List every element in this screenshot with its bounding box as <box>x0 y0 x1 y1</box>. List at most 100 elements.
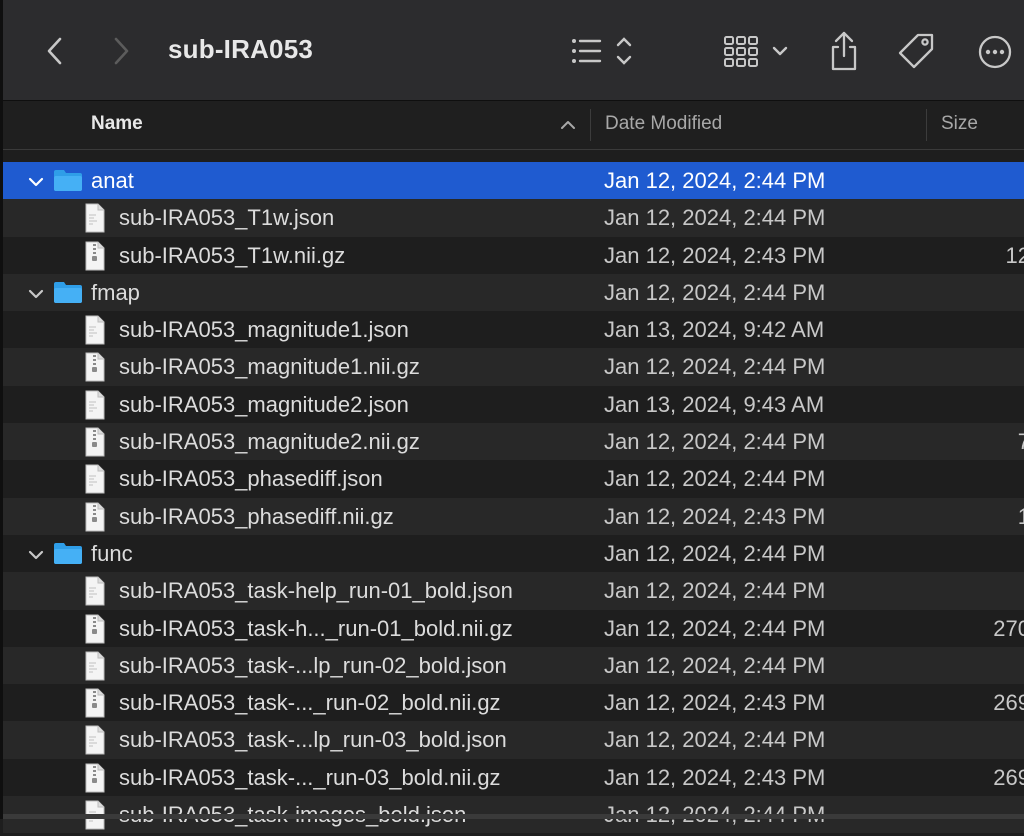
file-icon-wrap <box>83 203 107 239</box>
file-icon-wrap <box>83 576 107 612</box>
document-icon <box>85 651 105 681</box>
disclosure-toggle[interactable] <box>27 544 45 570</box>
file-row[interactable]: sub-IRA053_task-h..._run-01_bold.nii.gz J… <box>3 610 1024 647</box>
disclosure-toggle[interactable] <box>27 283 45 309</box>
row-name: anat <box>91 168 134 193</box>
chevron-left-icon <box>47 37 62 65</box>
archive-icon <box>85 427 105 457</box>
file-row[interactable]: sub-IRA053_phasediff.json Jan 12, 2024, 2… <box>3 460 1024 497</box>
row-name: sub-IRA053_magnitude1.nii.gz <box>119 354 420 380</box>
row-name: sub-IRA053_task-..._run-02_bold.nii.gz <box>119 690 501 716</box>
row-date: Jan 12, 2024, 2:44 PM <box>604 652 826 678</box>
folder-row[interactable]: anat Jan 12, 2024, 2:44 PM <box>3 162 1024 200</box>
row-name: func <box>91 540 133 566</box>
sort-ascending-icon[interactable] <box>559 117 577 131</box>
folder-icon-wrap <box>53 541 83 571</box>
document-icon <box>85 725 105 755</box>
row-name: sub-IRA053_task-help_run-01_bold.json <box>119 578 513 604</box>
window-edge <box>0 0 3 819</box>
sort-group-button[interactable] <box>566 30 640 74</box>
row-size: 270 <box>993 615 1024 641</box>
document-icon <box>85 464 105 494</box>
forward-button[interactable] <box>104 34 138 68</box>
disclosure-toggle[interactable] <box>27 171 45 197</box>
row-date: Jan 12, 2024, 2:44 PM <box>604 578 826 604</box>
disclosure-chevron-icon <box>28 177 44 187</box>
row-date: Jan 12, 2024, 2:44 PM <box>604 540 826 566</box>
folder-row[interactable]: func Jan 12, 2024, 2:44 PM <box>3 535 1024 572</box>
row-name: sub-IRA053_task-..._run-03_bold.nii.gz <box>119 764 501 790</box>
row-size: 12 <box>1005 242 1024 268</box>
file-row[interactable]: sub-IRA053_magnitude1.nii.gz Jan 12, 2024… <box>3 348 1024 388</box>
file-icon-wrap <box>83 352 107 388</box>
row-date: Jan 12, 2024, 2:44 PM <box>604 168 826 193</box>
row-size: 269 <box>993 764 1024 790</box>
file-icon-wrap <box>83 241 107 277</box>
folder-row[interactable]: fmap Jan 12, 2024, 2:44 PM <box>3 273 1024 312</box>
file-icon-wrap <box>83 427 107 463</box>
tag-button[interactable] <box>896 30 938 74</box>
row-date: Jan 12, 2024, 2:43 PM <box>604 690 826 716</box>
file-icon-wrap <box>83 614 107 650</box>
column-name-header[interactable]: Name <box>91 113 143 135</box>
row-date: Jan 12, 2024, 2:43 PM <box>604 242 826 268</box>
file-row[interactable]: sub-IRA053_magnitude2.nii.gz Jan 12, 2024… <box>3 423 1024 463</box>
folder-icon-wrap <box>53 280 83 310</box>
column-divider[interactable] <box>926 109 927 141</box>
archive-icon <box>85 614 105 644</box>
row-name: sub-IRA053_task-h..._run-01_bold.nii.gz <box>119 615 513 641</box>
file-row[interactable]: sub-IRA053_magnitude2.json Jan 13, 2024, … <box>3 386 1024 423</box>
share-button[interactable] <box>826 30 862 74</box>
file-row[interactable]: sub-IRA053_task-..._run-03_bold.nii.gz Ja… <box>3 759 1024 796</box>
row-name: sub-IRA053_magnitude2.nii.gz <box>119 429 420 455</box>
archive-icon <box>85 241 105 271</box>
column-date-header[interactable]: Date Modified <box>605 113 722 135</box>
document-icon <box>85 390 105 420</box>
file-row[interactable]: sub-IRA053_task-...lp_run-02_bold.json Ja… <box>3 646 1024 685</box>
list-sort-icon <box>572 37 632 65</box>
file-icon-wrap <box>83 688 107 724</box>
folder-icon <box>54 170 82 191</box>
row-name: fmap <box>91 279 140 305</box>
row-name: sub-IRA053_phasediff.nii.gz <box>119 503 394 529</box>
folder-icon-wrap <box>53 168 83 198</box>
row-date: Jan 12, 2024, 2:44 PM <box>604 205 826 231</box>
file-row[interactable]: sub-IRA053_magnitude1.json Jan 13, 2024, … <box>3 311 1024 348</box>
row-date: Jan 12, 2024, 2:43 PM <box>604 764 826 790</box>
grid-view-icon <box>724 36 788 67</box>
document-icon <box>85 203 105 233</box>
row-date: Jan 12, 2024, 2:44 PM <box>604 727 826 753</box>
row-date: Jan 12, 2024, 2:44 PM <box>604 466 826 492</box>
row-name: sub-IRA053_phasediff.json <box>119 466 383 492</box>
file-row[interactable]: sub-IRA053_task-..._run-02_bold.nii.gz Ja… <box>3 684 1024 721</box>
row-date: Jan 12, 2024, 2:44 PM <box>604 279 826 305</box>
archive-icon <box>85 502 105 532</box>
file-icon-wrap <box>83 464 107 500</box>
disclosure-chevron-icon <box>28 550 44 560</box>
row-name: sub-IRA053_T1w.json <box>119 205 335 231</box>
row-name: sub-IRA053_magnitude1.json <box>119 317 409 343</box>
file-row[interactable]: sub-IRA053_T1w.nii.gz Jan 12, 2024, 2:43 … <box>3 237 1024 274</box>
column-divider[interactable] <box>590 109 591 141</box>
row-name: sub-IRA053_task-...lp_run-03_bold.json <box>119 727 507 753</box>
file-row[interactable]: sub-IRA053_T1w.json Jan 12, 2024, 2:44 PM <box>3 199 1024 239</box>
file-row[interactable]: sub-IRA053_phasediff.nii.gz Jan 12, 2024,… <box>3 497 1024 535</box>
file-row[interactable]: sub-IRA053_task-help_run-01_bold.json Jan… <box>3 572 1024 612</box>
row-size: 1 <box>1017 503 1024 529</box>
file-icon-wrap <box>83 390 107 426</box>
column-size-header[interactable]: Size <box>941 113 978 135</box>
file-icon-wrap <box>83 315 107 351</box>
back-button[interactable] <box>38 34 72 68</box>
file-row[interactable]: sub-IRA053_task-...lp_run-03_bold.json Ja… <box>3 721 1024 759</box>
row-date: Jan 13, 2024, 9:42 AM <box>604 317 825 343</box>
archive-icon <box>85 763 105 793</box>
share-icon <box>831 31 857 71</box>
row-date: Jan 12, 2024, 2:44 PM <box>604 615 826 641</box>
row-name: sub-IRA053_magnitude2.json <box>119 391 409 417</box>
tag-icon <box>898 33 934 69</box>
more-button[interactable] <box>976 30 1014 74</box>
archive-icon <box>85 352 105 382</box>
more-icon <box>978 35 1012 69</box>
window-bottom-edge <box>0 814 1024 819</box>
view-options-button[interactable] <box>720 30 794 74</box>
